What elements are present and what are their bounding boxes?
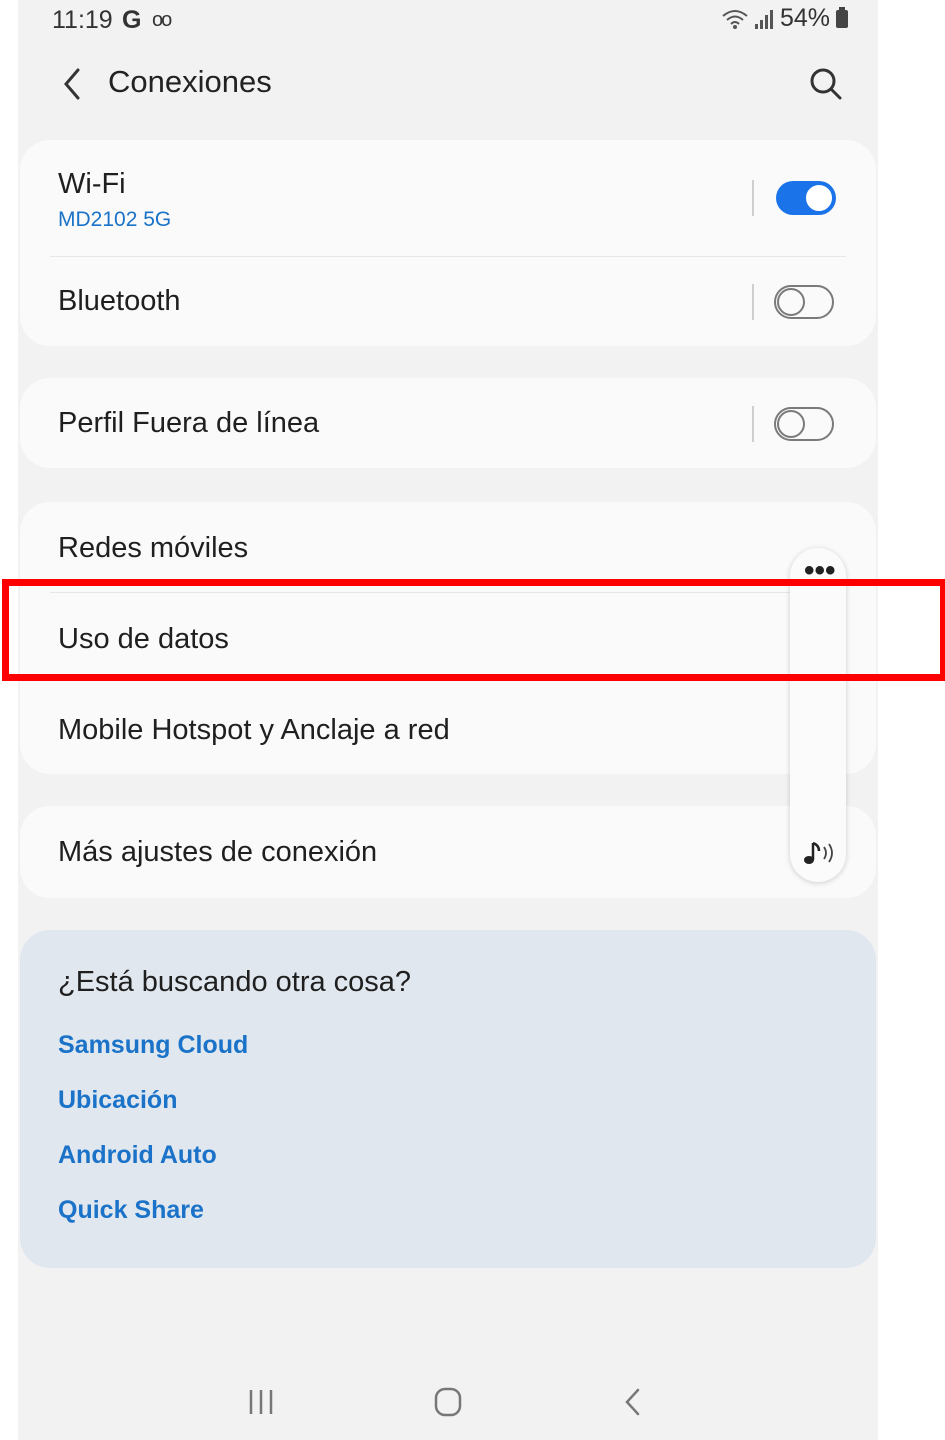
- offline-profile-row[interactable]: Perfil Fuera de línea: [20, 378, 876, 468]
- offline-profile-label: Perfil Fuera de línea: [58, 407, 320, 439]
- wifi-network-name: MD2102 5G: [58, 208, 172, 231]
- battery-icon: [836, 6, 848, 28]
- voicemail-icon: oo: [152, 9, 172, 31]
- status-right-group: 54%: [722, 4, 848, 33]
- page-title: Conexiones: [108, 64, 272, 99]
- card-wireless: Wi-Fi MD2102 5G Bluetooth: [20, 140, 876, 346]
- back-button[interactable]: [54, 62, 94, 106]
- hotspot-label: Mobile Hotspot y Anclaje a red: [58, 714, 450, 746]
- status-carrier-g: G: [122, 6, 142, 34]
- home-icon: [434, 1387, 462, 1417]
- offline-separator: [752, 406, 754, 442]
- card-more: Más ajustes de conexión: [20, 806, 876, 898]
- wifi-toggle-knob: [804, 183, 834, 213]
- bluetooth-separator: [752, 284, 754, 320]
- settings-screen: 11:19 G oo 54% Conexiones Wi-Fi MD2102 5…: [18, 0, 878, 1440]
- wifi-separator: [752, 180, 754, 216]
- nav-back-button[interactable]: [616, 1380, 650, 1424]
- card-offline: Perfil Fuera de línea: [20, 378, 876, 468]
- suggestions-panel: ¿Está buscando otra cosa? Samsung Cloud …: [20, 930, 876, 1268]
- search-icon: [810, 68, 842, 100]
- recents-button[interactable]: [244, 1380, 278, 1424]
- link-ubicacion[interactable]: Ubicación: [58, 1086, 177, 1115]
- wifi-row[interactable]: Wi-Fi MD2102 5G: [20, 140, 876, 256]
- offline-toggle-knob: [777, 410, 805, 438]
- link-samsung-cloud[interactable]: Samsung Cloud: [58, 1031, 248, 1060]
- sound-assistant-icon[interactable]: [800, 838, 838, 868]
- back-icon: [625, 1388, 640, 1416]
- hotspot-row[interactable]: Mobile Hotspot y Anclaje a red: [20, 684, 876, 774]
- more-options-icon[interactable]: •••: [804, 556, 836, 586]
- chevron-left-icon: [64, 68, 80, 100]
- suggestions-title: ¿Está buscando otra cosa?: [58, 966, 412, 998]
- mobile-networks-label: Redes móviles: [58, 532, 249, 564]
- wifi-signal-icon: [722, 9, 748, 29]
- more-settings-label: Más ajustes de conexión: [58, 836, 378, 868]
- bluetooth-row[interactable]: Bluetooth: [20, 257, 876, 346]
- link-android-auto[interactable]: Android Auto: [58, 1141, 217, 1170]
- home-button[interactable]: [430, 1380, 466, 1424]
- bluetooth-label: Bluetooth: [58, 285, 181, 317]
- status-time: 11:19: [52, 6, 113, 34]
- highlight-box: [2, 579, 945, 681]
- cell-signal-icon: [754, 9, 773, 29]
- battery-percent: 54%: [779, 4, 830, 32]
- search-button[interactable]: [806, 64, 846, 104]
- wifi-label: Wi-Fi: [58, 168, 126, 200]
- more-settings-row[interactable]: Más ajustes de conexión: [20, 806, 876, 898]
- recents-icon: [249, 1390, 273, 1414]
- wifi-toggle[interactable]: [776, 181, 836, 215]
- bluetooth-toggle[interactable]: [774, 285, 834, 319]
- link-quick-share[interactable]: Quick Share: [58, 1196, 204, 1225]
- bluetooth-toggle-knob: [777, 288, 805, 316]
- offline-profile-toggle[interactable]: [774, 407, 834, 441]
